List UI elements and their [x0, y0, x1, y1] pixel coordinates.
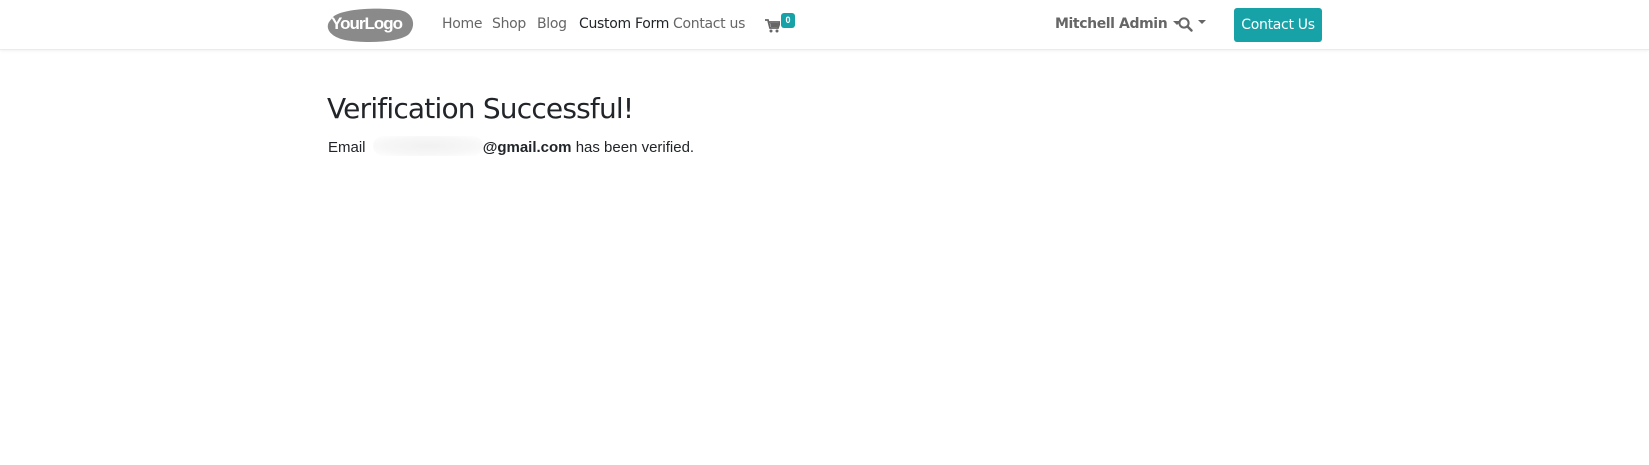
top-navbar: YourLogo Home Shop Blog Custom Form Cont…: [0, 0, 1649, 50]
search-icon: [1178, 17, 1193, 32]
message-suffix: has been verified.: [575, 139, 695, 156]
logo[interactable]: YourLogo: [327, 7, 414, 43]
user-menu-toggle[interactable]: Mitchell Admin: [1055, 16, 1182, 32]
page-title: Verification Successful!: [327, 92, 634, 125]
contact-us-button[interactable]: Contact Us: [1234, 8, 1322, 42]
chevron-down-icon: [1198, 20, 1206, 24]
search-toggle[interactable]: [1178, 17, 1206, 33]
nav-custom-form[interactable]: Custom Form: [579, 16, 669, 32]
cart-count-badge: 0: [781, 13, 795, 28]
message-prefix: Email: [328, 139, 366, 156]
verification-message: Email @gmail.com has been verified.: [328, 136, 694, 156]
nav-shop[interactable]: Shop: [492, 16, 526, 32]
nav-blog[interactable]: Blog: [537, 16, 567, 32]
logo-text: YourLogo: [331, 14, 403, 33]
nav-home[interactable]: Home: [442, 16, 482, 32]
redacted-email-local-part: [372, 136, 483, 156]
shopping-cart-icon: [765, 19, 780, 33]
nav-contact-us[interactable]: Contact us: [673, 16, 745, 32]
email-domain: @gmail.com: [482, 139, 572, 156]
cart-button[interactable]: 0: [764, 12, 798, 38]
user-name: Mitchell Admin: [1055, 16, 1168, 32]
